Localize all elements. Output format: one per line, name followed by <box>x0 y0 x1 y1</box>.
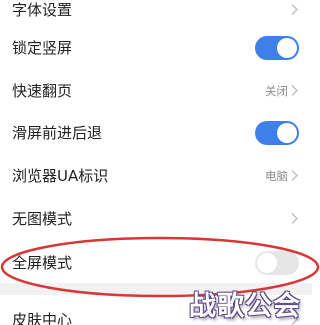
lock-portrait-toggle[interactable] <box>255 35 299 60</box>
chevron-right-icon <box>291 84 299 97</box>
setting-control: 电脑 <box>265 168 299 184</box>
setting-row-swipe-nav: 滑屏前进后退 <box>0 111 312 154</box>
toggle-knob <box>277 37 297 58</box>
setting-row-lock-portrait: 锁定竖屏 <box>0 26 312 69</box>
setting-row-skin-center[interactable]: 皮肤中心 <box>0 298 312 325</box>
setting-control: 关闭 <box>265 83 299 99</box>
setting-row-browser-ua[interactable]: 浏览器UA标识 电脑 <box>0 154 312 197</box>
chevron-right-icon <box>291 313 299 325</box>
setting-value: 关闭 <box>265 83 288 98</box>
setting-label: 字体设置 <box>12 0 73 19</box>
setting-value: 电脑 <box>265 168 288 183</box>
setting-control <box>290 212 299 225</box>
toggle-knob <box>277 122 297 143</box>
setting-label: 快速翻页 <box>12 81 73 100</box>
chevron-right-icon <box>291 169 299 182</box>
swipe-nav-toggle[interactable] <box>255 120 299 145</box>
setting-label: 浏览器UA标识 <box>12 166 109 185</box>
chevron-right-icon <box>291 212 299 225</box>
setting-label: 皮肤中心 <box>12 310 73 325</box>
chevron-right-icon <box>291 3 299 16</box>
highlight-ellipse <box>0 236 320 298</box>
setting-control <box>290 3 299 16</box>
setting-label: 锁定竖屏 <box>12 38 73 57</box>
setting-label: 无图模式 <box>12 209 73 228</box>
setting-label: 滑屏前进后退 <box>12 123 103 142</box>
setting-control <box>290 313 299 325</box>
setting-row-fast-page[interactable]: 快速翻页 关闭 <box>0 69 312 112</box>
